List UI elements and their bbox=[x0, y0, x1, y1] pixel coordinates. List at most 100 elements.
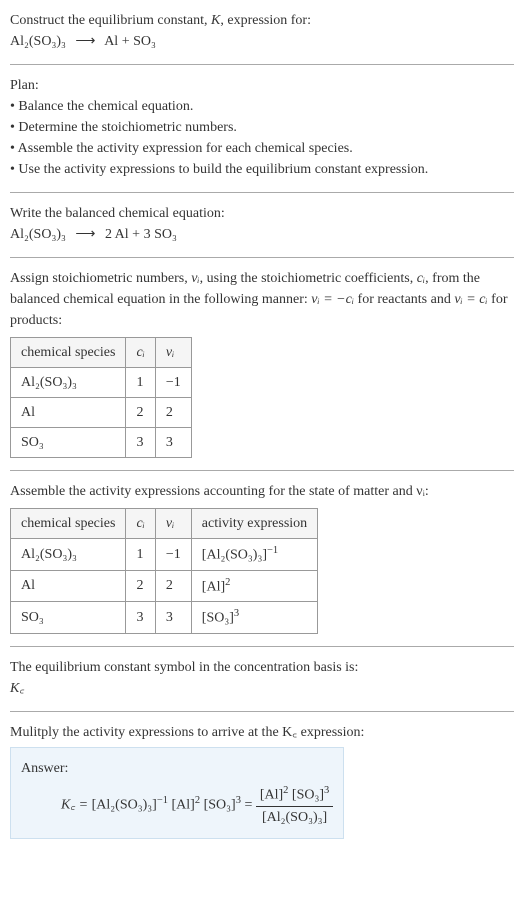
divider bbox=[10, 192, 514, 193]
term1-base: [Al₂(SO₃)₃] bbox=[92, 798, 157, 813]
num1-exp: 2 bbox=[283, 785, 288, 796]
table-row: SO₃ 3 3 [SO₃]3 bbox=[11, 602, 318, 634]
multiply-block: Mulitply the activity expressions to arr… bbox=[10, 722, 514, 839]
plan-item-text: Determine the stoichiometric numbers. bbox=[18, 120, 237, 135]
col-nu: νᵢ bbox=[155, 509, 191, 539]
table-row: Al₂(SO₃)₃ 1 −1 [Al₂(SO₃)₃]−1 bbox=[11, 539, 318, 571]
cell-ci: 3 bbox=[126, 602, 155, 634]
answer-label: Answer: bbox=[21, 758, 333, 779]
num1-base: [Al] bbox=[260, 788, 283, 803]
act-base: [SO₃] bbox=[202, 611, 234, 626]
term2-exp: 2 bbox=[195, 795, 200, 806]
stoich-table: chemical species cᵢ νᵢ Al₂(SO₃)₃ 1 −1 Al… bbox=[10, 337, 192, 458]
intro-text-1: Construct the equilibrium constant, bbox=[10, 13, 211, 28]
plan-item: • Use the activity expressions to build … bbox=[10, 159, 514, 180]
intro-block: Construct the equilibrium constant, K, e… bbox=[10, 10, 514, 52]
act-exp: 2 bbox=[225, 577, 230, 588]
assign-text: for reactants and bbox=[354, 292, 454, 307]
cell-nu: 3 bbox=[155, 428, 191, 458]
nu-symbol: νᵢ bbox=[191, 271, 199, 286]
assign-eq2: νᵢ = cᵢ bbox=[454, 292, 487, 307]
num2-base: [SO₃] bbox=[292, 788, 324, 803]
assemble-text: Assemble the activity expressions accoun… bbox=[10, 481, 514, 502]
intro-eq-right: Al + SO₃ bbox=[104, 34, 156, 49]
act-base: [Al] bbox=[202, 579, 225, 594]
cell-nu: −1 bbox=[155, 368, 191, 398]
table-row: SO₃ 3 3 bbox=[11, 428, 192, 458]
col-nu: νᵢ bbox=[155, 338, 191, 368]
act-exp: −1 bbox=[267, 545, 278, 556]
cell-nu: 3 bbox=[155, 602, 191, 634]
plan-item: • Assemble the activity expression for e… bbox=[10, 138, 514, 159]
act-exp: 3 bbox=[234, 608, 239, 619]
activity-table: chemical species cᵢ νᵢ activity expressi… bbox=[10, 508, 318, 634]
plan-title: Plan: bbox=[10, 75, 514, 96]
term3-base: [SO₃] bbox=[204, 798, 236, 813]
basis-text: The equilibrium constant symbol in the c… bbox=[10, 657, 514, 678]
col-species: chemical species bbox=[11, 509, 126, 539]
cell-nu: 2 bbox=[155, 570, 191, 602]
act-base: [Al₂(SO₃)₃] bbox=[202, 548, 267, 563]
plan-item: • Determine the stoichiometric numbers. bbox=[10, 117, 514, 138]
cell-species: Al bbox=[11, 570, 126, 602]
table-header-row: chemical species cᵢ νᵢ bbox=[11, 338, 192, 368]
divider bbox=[10, 470, 514, 471]
multiply-text: Mulitply the activity expressions to arr… bbox=[10, 722, 514, 743]
cell-species: Al₂(SO₃)₃ bbox=[11, 368, 126, 398]
cell-activity: [Al]2 bbox=[191, 570, 317, 602]
cell-ci: 2 bbox=[126, 570, 155, 602]
k-symbol: K bbox=[211, 13, 220, 28]
kc-lhs: K꜀ = bbox=[61, 798, 92, 813]
answer-expression: K꜀ = [Al₂(SO₃)₃]−1 [Al]2 [SO₃]3 = [Al]2 … bbox=[21, 779, 333, 828]
assign-eq1: νᵢ = −cᵢ bbox=[311, 292, 354, 307]
col-ci: cᵢ bbox=[126, 338, 155, 368]
balanced-block: Write the balanced chemical equation: Al… bbox=[10, 203, 514, 245]
cell-nu: −1 bbox=[155, 539, 191, 571]
table-header-row: chemical species cᵢ νᵢ activity expressi… bbox=[11, 509, 318, 539]
equals: = bbox=[244, 798, 255, 813]
cell-nu: 2 bbox=[155, 398, 191, 428]
intro-text-2: , expression for: bbox=[220, 13, 311, 28]
cell-ci: 3 bbox=[126, 428, 155, 458]
cell-ci: 1 bbox=[126, 539, 155, 571]
cell-ci: 2 bbox=[126, 398, 155, 428]
arrow-icon: ⟶ bbox=[69, 227, 101, 242]
cell-species: Al bbox=[11, 398, 126, 428]
balanced-left: Al₂(SO₃)₃ bbox=[10, 227, 66, 242]
arrow-icon: ⟶ bbox=[69, 34, 101, 49]
assign-text: , using the stoichiometric coefficients, bbox=[200, 271, 417, 286]
assign-block: Assign stoichiometric numbers, νᵢ, using… bbox=[10, 268, 514, 458]
balanced-title: Write the balanced chemical equation: bbox=[10, 203, 514, 224]
divider bbox=[10, 257, 514, 258]
table-row: Al 2 2 bbox=[11, 398, 192, 428]
balanced-right: 2 Al + 3 SO₃ bbox=[105, 227, 177, 242]
assemble-block: Assemble the activity expressions accoun… bbox=[10, 481, 514, 634]
cell-species: SO₃ bbox=[11, 428, 126, 458]
col-species: chemical species bbox=[11, 338, 126, 368]
cell-ci: 1 bbox=[126, 368, 155, 398]
divider bbox=[10, 646, 514, 647]
plan-item-text: Assemble the activity expression for eac… bbox=[18, 141, 353, 156]
kc-symbol: K꜀ bbox=[10, 678, 514, 699]
plan-block: Plan: • Balance the chemical equation. •… bbox=[10, 75, 514, 180]
cell-species: SO₃ bbox=[11, 602, 126, 634]
plan-item-text: Balance the chemical equation. bbox=[18, 99, 193, 114]
col-ci: cᵢ bbox=[126, 509, 155, 539]
term1-exp: −1 bbox=[157, 795, 168, 806]
plan-item-text: Use the activity expressions to build th… bbox=[18, 162, 428, 177]
intro-eq-left: Al₂(SO₃)₃ bbox=[10, 34, 66, 49]
fraction-numerator: [Al]2 [SO₃]3 bbox=[256, 783, 333, 807]
fraction: [Al]2 [SO₃]3 [Al₂(SO₃)₃] bbox=[256, 783, 333, 828]
term3-exp: 3 bbox=[236, 795, 241, 806]
plan-item: • Balance the chemical equation. bbox=[10, 96, 514, 117]
num2-exp: 3 bbox=[324, 785, 329, 796]
answer-box: Answer: K꜀ = [Al₂(SO₃)₃]−1 [Al]2 [SO₃]3 … bbox=[10, 747, 344, 839]
cell-activity: [SO₃]3 bbox=[191, 602, 317, 634]
assign-text: Assign stoichiometric numbers, bbox=[10, 271, 191, 286]
divider bbox=[10, 711, 514, 712]
col-activity: activity expression bbox=[191, 509, 317, 539]
cell-activity: [Al₂(SO₃)₃]−1 bbox=[191, 539, 317, 571]
fraction-denominator: [Al₂(SO₃)₃] bbox=[256, 807, 333, 828]
table-row: Al₂(SO₃)₃ 1 −1 bbox=[11, 368, 192, 398]
term2-base: [Al] bbox=[172, 798, 195, 813]
